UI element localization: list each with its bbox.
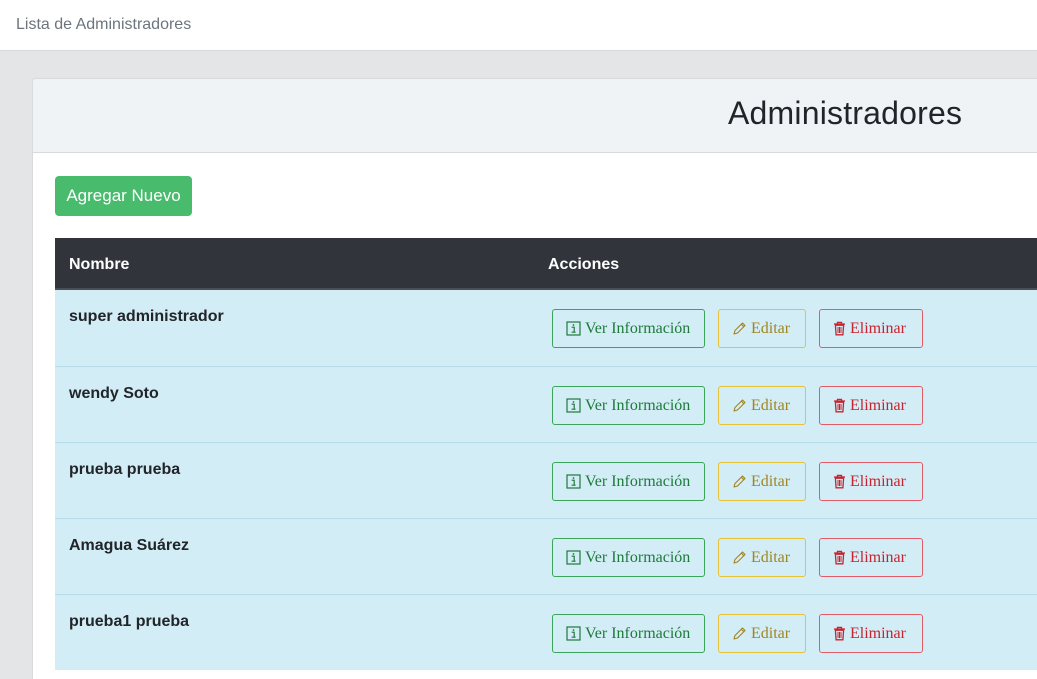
edit-button[interactable]: Editar	[718, 462, 806, 501]
edit-label: Editar	[751, 319, 791, 337]
admin-name: super administrador	[69, 308, 224, 325]
info-icon	[566, 398, 581, 413]
info-icon	[566, 626, 581, 641]
view-info-button[interactable]: Ver Información	[552, 462, 705, 501]
edit-button[interactable]: Editar	[718, 309, 806, 348]
trash-icon	[833, 474, 846, 489]
view-info-label: Ver Información	[585, 548, 691, 566]
trash-icon	[833, 550, 846, 565]
trash-icon	[833, 321, 846, 336]
pencil-icon	[732, 550, 747, 565]
trash-icon	[833, 398, 846, 413]
pencil-icon	[732, 626, 747, 641]
admin-card: Administradores Agregar Nuevo Nombre Acc…	[32, 78, 1037, 679]
delete-button[interactable]: Eliminar	[819, 386, 923, 425]
edit-button[interactable]: Editar	[718, 538, 806, 577]
delete-label: Eliminar	[850, 396, 906, 414]
admin-name: wendy Soto	[69, 385, 159, 402]
header-actions: Acciones	[548, 256, 620, 273]
header-name: Nombre	[69, 256, 130, 273]
view-info-button[interactable]: Ver Información	[552, 386, 705, 425]
edit-label: Editar	[751, 472, 791, 490]
delete-button[interactable]: Eliminar	[819, 614, 923, 653]
admin-table: Nombre Acciones super administrador Ver …	[55, 238, 1037, 670]
delete-button[interactable]: Eliminar	[819, 309, 923, 348]
view-info-button[interactable]: Ver Información	[552, 614, 705, 653]
table-row: prueba1 prueba Ver Información Editar El…	[55, 594, 1037, 670]
view-info-button[interactable]: Ver Información	[552, 538, 705, 577]
pencil-icon	[732, 398, 747, 413]
view-info-label: Ver Información	[585, 396, 691, 414]
delete-label: Eliminar	[850, 624, 906, 642]
table-header: Nombre Acciones	[55, 238, 1037, 290]
add-new-button[interactable]: Agregar Nuevo	[55, 176, 192, 216]
pencil-icon	[732, 474, 747, 489]
admin-name: prueba1 prueba	[69, 613, 190, 630]
delete-label: Eliminar	[850, 548, 906, 566]
edit-label: Editar	[751, 396, 791, 414]
edit-button[interactable]: Editar	[718, 386, 806, 425]
edit-label: Editar	[751, 548, 791, 566]
edit-label: Editar	[751, 624, 791, 642]
view-info-label: Ver Información	[585, 624, 691, 642]
table-row: prueba prueba Ver Información Editar Eli…	[55, 442, 1037, 518]
info-icon	[566, 474, 581, 489]
page-title: Administradores	[728, 95, 963, 131]
view-info-button[interactable]: Ver Información	[552, 309, 705, 348]
admin-name: Amagua Suárez	[69, 537, 190, 554]
info-icon	[566, 321, 581, 336]
delete-button[interactable]: Eliminar	[819, 538, 923, 577]
card-header: Administradores	[33, 79, 1037, 153]
view-info-label: Ver Información	[585, 319, 691, 337]
trash-icon	[833, 626, 846, 641]
info-icon	[566, 550, 581, 565]
table-row: wendy Soto Ver Información Editar Elimin…	[55, 366, 1037, 442]
top-bar: Lista de Administradores	[0, 0, 1037, 51]
view-info-label: Ver Información	[585, 472, 691, 490]
breadcrumb[interactable]: Lista de Administradores	[16, 16, 191, 34]
table-row: Amagua Suárez Ver Información Editar Eli…	[55, 518, 1037, 594]
table-body: super administrador Ver Información Edit…	[55, 290, 1037, 670]
edit-button[interactable]: Editar	[718, 614, 806, 653]
pencil-icon	[732, 321, 747, 336]
delete-label: Eliminar	[850, 319, 906, 337]
delete-label: Eliminar	[850, 472, 906, 490]
delete-button[interactable]: Eliminar	[819, 462, 923, 501]
admin-name: prueba prueba	[69, 461, 181, 478]
table-row: super administrador Ver Información Edit…	[55, 290, 1037, 366]
